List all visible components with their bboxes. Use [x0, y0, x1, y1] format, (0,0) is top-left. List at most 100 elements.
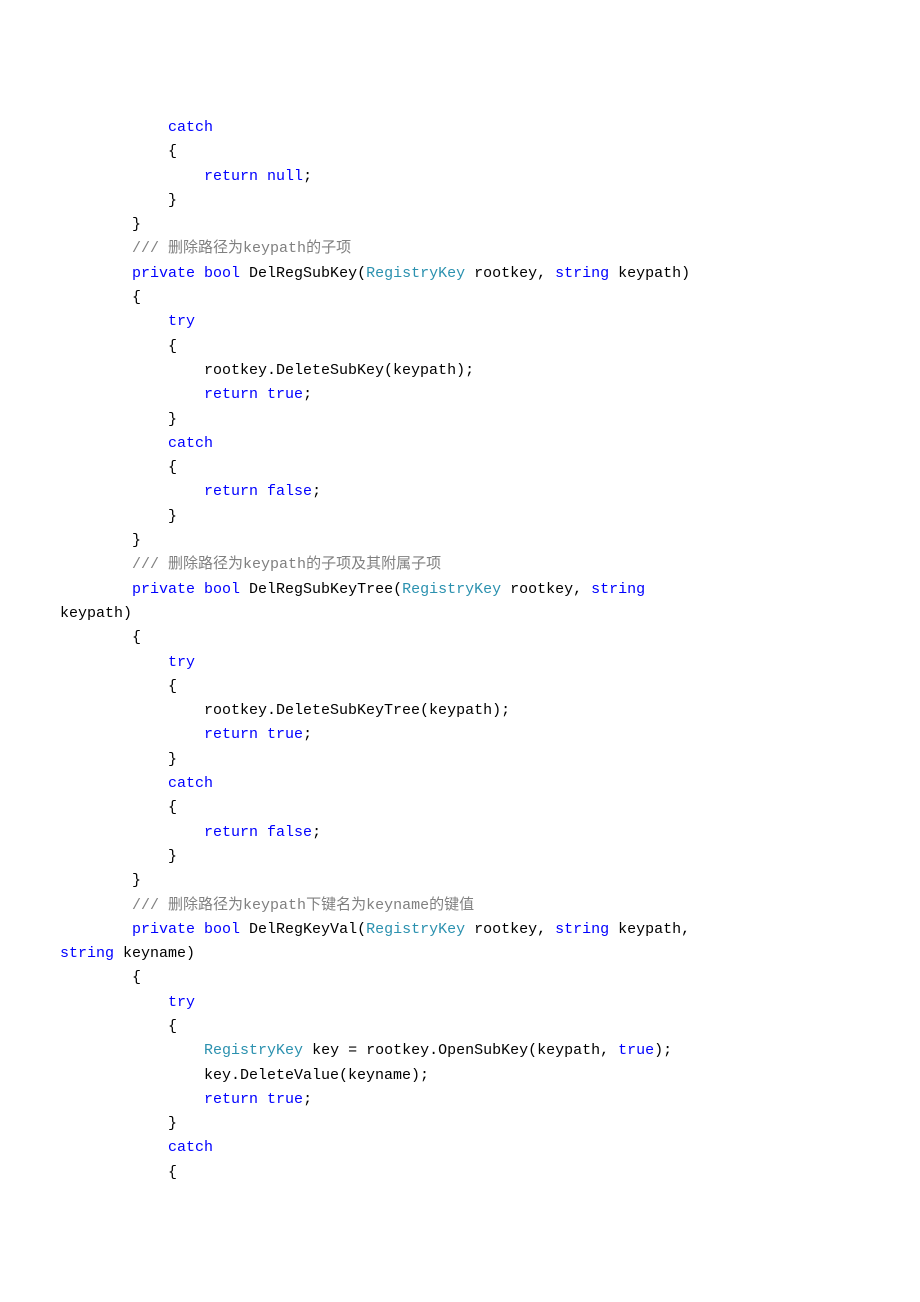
- keyword-null: null: [267, 168, 303, 185]
- code-line: {: [60, 799, 177, 816]
- param: [645, 581, 654, 598]
- type-registrykey: RegistryKey: [366, 921, 465, 938]
- comment-text: 删除路径为: [168, 240, 243, 257]
- code-line: key.DeleteValue(keyname);: [60, 1067, 429, 1084]
- keyword-false: false: [267, 483, 312, 500]
- param: keyname): [114, 945, 195, 962]
- indent: [60, 1042, 204, 1059]
- code-line: catch: [60, 119, 213, 136]
- code-line: }: [60, 751, 177, 768]
- code-line: return false;: [60, 824, 321, 841]
- code-line: }: [60, 411, 177, 428]
- code-line: RegistryKey key = rootkey.OpenSubKey(key…: [60, 1042, 672, 1059]
- code-line: {: [60, 289, 141, 306]
- code-line: catch: [60, 775, 213, 792]
- keyword-private: private: [60, 921, 204, 938]
- code-line: {: [60, 338, 177, 355]
- keyword-bool: bool: [204, 581, 240, 598]
- code-line: {: [60, 1164, 177, 1181]
- keyword-string: string: [591, 581, 645, 598]
- comment-slash: ///: [60, 240, 168, 257]
- keyword-true: true: [267, 386, 303, 403]
- comment-text: keypath: [243, 897, 306, 914]
- comment-text: keyname: [366, 897, 429, 914]
- code-line: {: [60, 1018, 177, 1035]
- type-registrykey: RegistryKey: [204, 1042, 303, 1059]
- keyword-bool: bool: [204, 265, 240, 282]
- code-line: }: [60, 192, 177, 209]
- code-line: string keyname): [60, 945, 195, 962]
- code-line: }: [60, 508, 177, 525]
- comment-text: 删除路径为: [168, 897, 243, 914]
- method-name: DelRegKeyVal(: [240, 921, 366, 938]
- code-line: private bool DelRegKeyVal(RegistryKey ro…: [60, 921, 699, 938]
- param: rootkey,: [465, 921, 555, 938]
- semicolon: ;: [312, 824, 321, 841]
- code-line: return null;: [60, 168, 312, 185]
- type-registrykey: RegistryKey: [402, 581, 501, 598]
- code-line: }: [60, 1115, 177, 1132]
- code-line: rootkey.DeleteSubKey(keypath);: [60, 362, 474, 379]
- code-line: catch: [60, 435, 213, 452]
- code-line: /// 删除路径为keypath的子项及其附属子项: [60, 556, 441, 573]
- param: keypath): [609, 265, 690, 282]
- code-line: return false;: [60, 483, 321, 500]
- code-line: try: [60, 313, 195, 330]
- method-name: DelRegSubKey(: [240, 265, 366, 282]
- comment-text: keypath: [243, 556, 306, 573]
- comment-text: 的子项及其附属子项: [306, 556, 441, 573]
- method-name: DelRegSubKeyTree(: [240, 581, 402, 598]
- semicolon: ;: [303, 1091, 312, 1108]
- comment-slash: ///: [60, 556, 168, 573]
- keyword-catch: catch: [60, 119, 213, 136]
- keyword-try: try: [60, 313, 195, 330]
- code-page: catch { return null; } } /// 删除路径为keypat…: [0, 0, 920, 1302]
- keyword-catch: catch: [60, 775, 213, 792]
- type-registrykey: RegistryKey: [366, 265, 465, 282]
- keyword-string: string: [60, 945, 114, 962]
- code-line: return true;: [60, 1091, 312, 1108]
- code-line: {: [60, 459, 177, 476]
- keyword-try: try: [60, 994, 195, 1011]
- param: keypath,: [609, 921, 699, 938]
- keyword-string: string: [555, 921, 609, 938]
- comment-slash: ///: [60, 897, 168, 914]
- semicolon: ;: [303, 168, 312, 185]
- code-line: return true;: [60, 386, 312, 403]
- comment-text: 的子项: [306, 240, 351, 257]
- code-line: {: [60, 629, 141, 646]
- code-line: catch: [60, 1139, 213, 1156]
- code-line: try: [60, 654, 195, 671]
- keyword-private: private: [60, 265, 204, 282]
- code-line: private bool DelRegSubKey(RegistryKey ro…: [60, 265, 690, 282]
- code-text: );: [654, 1042, 672, 1059]
- keyword-string: string: [555, 265, 609, 282]
- param: rootkey,: [501, 581, 591, 598]
- keyword-try: try: [60, 654, 195, 671]
- semicolon: ;: [312, 483, 321, 500]
- keyword-private: private: [60, 581, 204, 598]
- code-line: /// 删除路径为keypath下键名为keyname的键值: [60, 897, 474, 914]
- code-text: key = rootkey.OpenSubKey(keypath,: [303, 1042, 618, 1059]
- code-line: {: [60, 143, 177, 160]
- keyword-return: return: [60, 386, 267, 403]
- keyword-bool: bool: [204, 921, 240, 938]
- code-line: }: [60, 216, 141, 233]
- semicolon: ;: [303, 726, 312, 743]
- comment-text: 下键名为: [306, 897, 366, 914]
- keyword-catch: catch: [60, 435, 213, 452]
- keyword-return: return: [60, 726, 267, 743]
- keyword-return: return: [60, 1091, 267, 1108]
- code-line: {: [60, 969, 141, 986]
- comment-text: 的键值: [429, 897, 474, 914]
- code-line: }: [60, 532, 141, 549]
- code-line: /// 删除路径为keypath的子项: [60, 240, 351, 257]
- semicolon: ;: [303, 386, 312, 403]
- keyword-return: return: [60, 168, 267, 185]
- code-line: }: [60, 848, 177, 865]
- keyword-true: true: [267, 1091, 303, 1108]
- keyword-false: false: [267, 824, 312, 841]
- keyword-catch: catch: [60, 1139, 213, 1156]
- code-line: {: [60, 678, 177, 695]
- comment-text: 删除路径为: [168, 556, 243, 573]
